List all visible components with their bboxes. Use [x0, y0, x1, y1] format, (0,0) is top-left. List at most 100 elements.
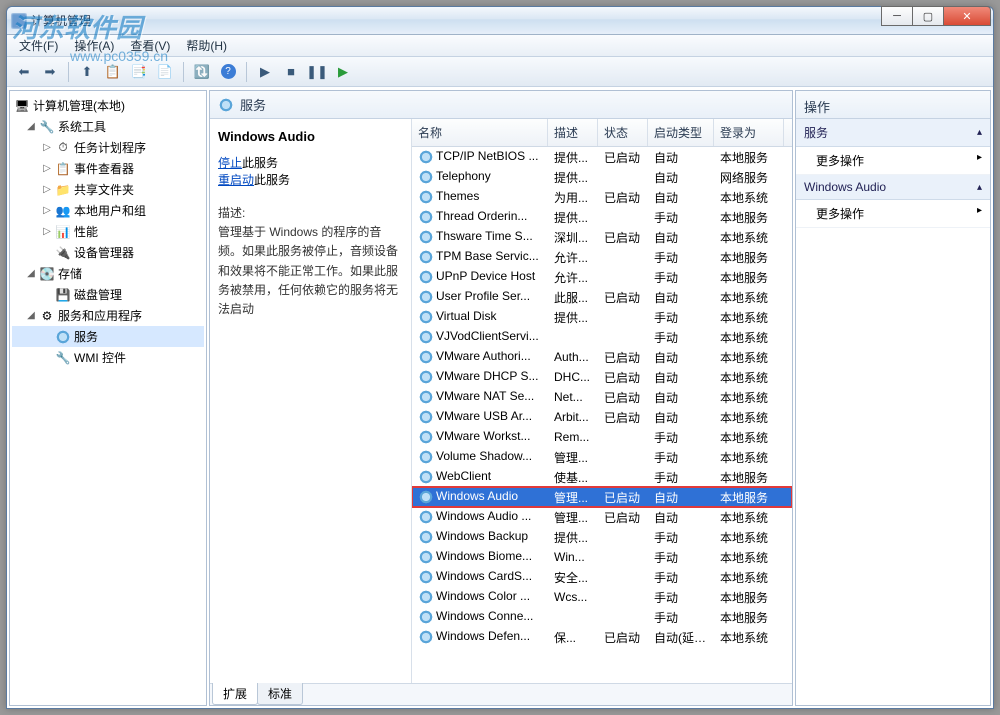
services-list[interactable]: 名称 描述 状态 启动类型 登录为 TCP/IP NetBIOS ...提供..…	[412, 119, 792, 683]
separator-icon	[183, 62, 184, 82]
menu-help[interactable]: 帮助(H)	[180, 35, 233, 56]
actions-header: 操作	[796, 91, 990, 119]
actions-section-selected[interactable]: Windows Audio▴	[796, 175, 990, 200]
gear-icon	[418, 389, 434, 405]
tree-perf[interactable]: ▷📊性能	[12, 221, 204, 242]
app-icon	[11, 13, 27, 29]
service-row[interactable]: Virtual Disk提供...手动本地系统	[412, 307, 792, 327]
service-row[interactable]: Windows Defen...保...已启动自动(延迟...本地系统	[412, 627, 792, 647]
detail-title: Windows Audio	[218, 129, 403, 144]
services-header: 服务	[210, 91, 792, 119]
actions-section-services[interactable]: 服务▴	[796, 119, 990, 147]
service-row[interactable]: VMware NAT Se...Net...已启动自动本地系统	[412, 387, 792, 407]
chevron-right-icon: ▸	[977, 205, 982, 222]
column-headers[interactable]: 名称 描述 状态 启动类型 登录为	[412, 119, 792, 147]
show-hide-button[interactable]: 📋	[102, 61, 124, 83]
service-row[interactable]: VJVodClientServi...手动本地系统	[412, 327, 792, 347]
col-name[interactable]: 名称	[412, 119, 548, 146]
gear-icon	[418, 549, 434, 565]
service-row[interactable]: Windows Audio管理...已启动自动本地服务	[412, 487, 792, 507]
stop-button[interactable]: ■	[280, 61, 302, 83]
gear-icon	[418, 449, 434, 465]
play-button[interactable]: ▶	[254, 61, 276, 83]
service-row[interactable]: Thsware Time S...深圳...已启动自动本地系统	[412, 227, 792, 247]
gear-icon	[418, 189, 434, 205]
service-row[interactable]: Volume Shadow...管理...手动本地系统	[412, 447, 792, 467]
col-desc[interactable]: 描述	[548, 119, 598, 146]
restart-link[interactable]: 重启动	[218, 173, 254, 187]
service-row[interactable]: TPM Base Servic...允许...手动本地服务	[412, 247, 792, 267]
back-button[interactable]: ⬅	[13, 61, 35, 83]
close-button[interactable]: ✕	[943, 6, 991, 26]
service-row[interactable]: User Profile Ser...此服...已启动自动本地系统	[412, 287, 792, 307]
tree-pane[interactable]: 🖥计算机管理(本地) ◢🔧系统工具 ▷⏱任务计划程序 ▷📋事件查看器 ▷📁共享文…	[9, 90, 207, 706]
up-button[interactable]: ⬆	[76, 61, 98, 83]
actions-more-2[interactable]: 更多操作▸	[796, 200, 990, 228]
service-row[interactable]: Windows CardS...安全...手动本地系统	[412, 567, 792, 587]
gear-icon	[418, 469, 434, 485]
tree-storage[interactable]: ◢💽存储	[12, 263, 204, 284]
tree-scheduler[interactable]: ▷⏱任务计划程序	[12, 137, 204, 158]
tree-services[interactable]: 服务	[12, 326, 204, 347]
titlebar[interactable]: 计算机管理 ─ ▢ ✕	[7, 7, 993, 35]
tree-diskmgr[interactable]: 💾磁盘管理	[12, 284, 204, 305]
desc-text: 管理基于 Windows 的程序的音频。如果此服务被停止，音频设备和效果将不能正…	[218, 223, 403, 319]
pause-button[interactable]: ❚❚	[306, 61, 328, 83]
help-button[interactable]: ?	[217, 61, 239, 83]
gear-icon	[418, 369, 434, 385]
service-row[interactable]: Windows Color ...Wcs...手动本地服务	[412, 587, 792, 607]
service-row[interactable]: VMware USB Ar...Arbit...已启动自动本地系统	[412, 407, 792, 427]
gear-icon	[418, 409, 434, 425]
tree-root[interactable]: 🖥计算机管理(本地)	[12, 95, 204, 116]
refresh-button[interactable]: 🔃	[191, 61, 213, 83]
service-row[interactable]: VMware Workst...Rem...手动本地系统	[412, 427, 792, 447]
tab-standard[interactable]: 标准	[257, 683, 303, 705]
restart-button[interactable]: ▶	[332, 61, 354, 83]
minimize-button[interactable]: ─	[881, 6, 913, 26]
service-row[interactable]: Windows Conne...手动本地服务	[412, 607, 792, 627]
service-row[interactable]: VMware DHCP S...DHC...已启动自动本地系统	[412, 367, 792, 387]
gear-icon	[418, 329, 434, 345]
service-row[interactable]: Windows Audio ...管理...已启动自动本地系统	[412, 507, 792, 527]
forward-button[interactable]: ➡	[39, 61, 61, 83]
tree-systools[interactable]: ◢🔧系统工具	[12, 116, 204, 137]
tree-users[interactable]: ▷👥本地用户和组	[12, 200, 204, 221]
detail-pane: Windows Audio 停止此服务 重启动此服务 描述: 管理基于 Wind…	[210, 119, 412, 683]
properties-button[interactable]: 📄	[154, 61, 176, 83]
service-row[interactable]: Windows Biome...Win...手动本地系统	[412, 547, 792, 567]
menu-file[interactable]: 文件(F)	[13, 35, 64, 56]
export-button[interactable]: 📑	[128, 61, 150, 83]
window-title: 计算机管理	[31, 12, 91, 29]
menu-view[interactable]: 查看(V)	[124, 35, 176, 56]
service-row[interactable]: Telephony提供...自动网络服务	[412, 167, 792, 187]
gear-icon	[418, 489, 434, 505]
service-row[interactable]: Windows Backup提供...手动本地系统	[412, 527, 792, 547]
gear-icon	[418, 569, 434, 585]
toolbar: ⬅ ➡ ⬆ 📋 📑 📄 🔃 ? ▶ ■ ❚❚ ▶	[7, 57, 993, 87]
tree-wmi[interactable]: 🔧WMI 控件	[12, 347, 204, 368]
tree-shared[interactable]: ▷📁共享文件夹	[12, 179, 204, 200]
tree-devmgr[interactable]: 🔌设备管理器	[12, 242, 204, 263]
service-row[interactable]: Themes为用...已启动自动本地系统	[412, 187, 792, 207]
col-logon[interactable]: 登录为	[714, 119, 784, 146]
gear-icon	[418, 589, 434, 605]
maximize-button[interactable]: ▢	[912, 6, 944, 26]
service-row[interactable]: VMware Authori...Auth...已启动自动本地系统	[412, 347, 792, 367]
stop-link[interactable]: 停止	[218, 156, 242, 170]
gear-icon	[418, 269, 434, 285]
tree-eventviewer[interactable]: ▷📋事件查看器	[12, 158, 204, 179]
actions-more-1[interactable]: 更多操作▸	[796, 147, 990, 175]
service-row[interactable]: UPnP Device Host允许...手动本地服务	[412, 267, 792, 287]
tab-extended[interactable]: 扩展	[212, 683, 258, 705]
service-row[interactable]: Thread Orderin...提供...手动本地服务	[412, 207, 792, 227]
gear-icon	[418, 229, 434, 245]
gear-icon	[418, 149, 434, 165]
col-startup[interactable]: 启动类型	[648, 119, 714, 146]
service-row[interactable]: TCP/IP NetBIOS ...提供...已启动自动本地服务	[412, 147, 792, 167]
tree-svcapp[interactable]: ◢⚙服务和应用程序	[12, 305, 204, 326]
col-status[interactable]: 状态	[598, 119, 648, 146]
menu-action[interactable]: 操作(A)	[68, 35, 120, 56]
main-window: 计算机管理 ─ ▢ ✕ 文件(F) 操作(A) 查看(V) 帮助(H) ⬅ ➡ …	[6, 6, 994, 709]
gear-icon	[418, 289, 434, 305]
service-row[interactable]: WebClient使基...手动本地服务	[412, 467, 792, 487]
